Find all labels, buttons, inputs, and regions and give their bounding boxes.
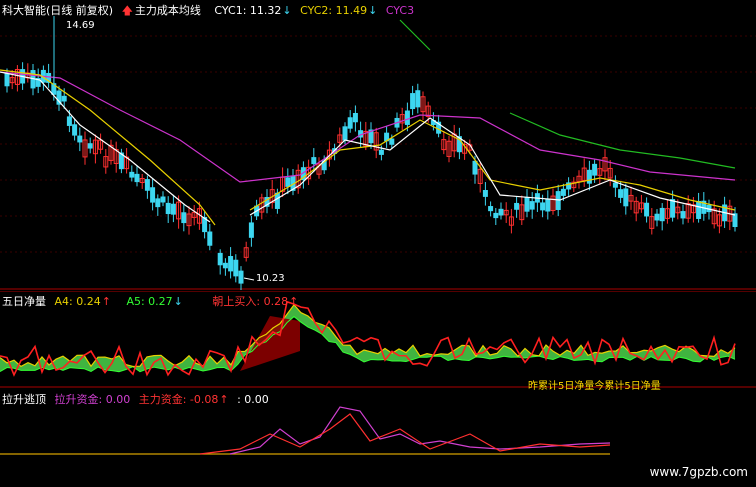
candle-body <box>389 138 395 145</box>
candle-body <box>545 198 551 212</box>
ma-green-line <box>509 112 736 169</box>
candle-body <box>482 190 488 197</box>
a4-value: A4: 0.24 <box>54 295 101 308</box>
candle-body <box>181 212 187 224</box>
stock-title: 科大智能(日线 前复权) <box>2 4 114 17</box>
candle-body <box>238 270 244 284</box>
candle-body <box>529 201 535 210</box>
candle-body <box>378 149 384 155</box>
main-fund-line <box>199 413 611 455</box>
extra-value: : 0.00 <box>237 393 269 406</box>
price-header: 科大智能(日线 前复权) 🡅 主力成本均线 CYC1: 11.32↓ CYC2: … <box>2 2 419 21</box>
down-arrow-icon: ↓ <box>368 4 378 17</box>
down-arrow-icon: ↓ <box>173 295 183 308</box>
lift-escape-pane[interactable]: 拉升逃顶 拉升资金: 0.00 主力资金: -0.08↑ : 0.00 www.… <box>0 389 756 487</box>
candlestick-chart[interactable] <box>0 0 756 290</box>
candle-body <box>488 206 494 212</box>
mid-header: 五日净量 A4: 0.24↑ A5: 0.27↓ 朝上买入: 0.28↑ <box>2 293 303 309</box>
candle-body <box>352 112 358 123</box>
lift-fund-value: 拉升资金: 0.00 <box>54 393 131 406</box>
candle-body <box>560 188 566 196</box>
buy-signal: 朝上买入: 0.28 <box>212 295 289 308</box>
candle-body <box>540 202 546 211</box>
bottom-title: 拉升逃顶 <box>2 393 46 406</box>
candle-body <box>61 95 67 102</box>
candle-body <box>77 135 83 143</box>
candle-body <box>129 171 135 178</box>
candle-body <box>285 177 291 187</box>
main-fund-value: 主力资金: -0.08 <box>138 393 219 406</box>
candle-body <box>87 143 93 149</box>
candle-body <box>274 192 280 209</box>
up-arrow-icon: 🡅 <box>121 4 133 17</box>
candle-body <box>732 213 738 228</box>
bottom-header: 拉升逃顶 拉升资金: 0.00 主力资金: -0.08↑ : 0.00 <box>2 391 274 407</box>
candle-body <box>347 117 353 129</box>
up-arrow-icon: ↑ <box>219 393 229 406</box>
high-price-label: 14.69 <box>66 20 95 31</box>
candle-body <box>404 110 410 125</box>
candle-body <box>644 202 650 217</box>
candle-body <box>670 199 676 218</box>
watermark: www.7gpzb.com <box>649 465 748 479</box>
candle-body <box>134 173 140 183</box>
candle-body <box>150 187 156 203</box>
candle-body <box>155 198 161 208</box>
candle-body <box>415 90 421 108</box>
low-price-label: 10.23 <box>256 273 285 284</box>
candle-body <box>592 163 598 176</box>
candle-body <box>586 169 592 184</box>
ma-white-line <box>0 71 211 223</box>
candle-body <box>72 124 78 136</box>
candle-body <box>410 93 416 110</box>
candle-body <box>623 188 629 207</box>
candle-body <box>514 202 520 210</box>
candle-body <box>66 116 72 126</box>
candle-body <box>680 211 686 219</box>
a5-value: A5: 0.27 <box>126 295 173 308</box>
ma-green-line <box>399 19 431 51</box>
candle-body <box>342 126 348 141</box>
volume-flow-pane[interactable]: 五日净量 A4: 0.24↑ A5: 0.27↓ 朝上买入: 0.28↑ 昨累计… <box>0 291 756 392</box>
candle-body <box>696 200 702 219</box>
candle-body <box>498 208 504 216</box>
candle-body <box>228 256 234 272</box>
up-arrow-icon: ↑ <box>289 295 299 308</box>
low-marker <box>243 277 255 281</box>
down-arrow-icon: ↓ <box>282 4 292 17</box>
indicator-name: 🡅 主力成本均线 <box>121 4 201 17</box>
mid-title: 五日净量 <box>2 295 46 308</box>
candle-body <box>654 213 660 221</box>
candle-body <box>311 157 317 165</box>
candle-body <box>524 197 530 212</box>
candle-body <box>4 73 10 87</box>
candle-body <box>144 179 150 191</box>
candle-body <box>165 202 171 215</box>
candle-body <box>217 252 223 266</box>
candle-body <box>222 262 228 269</box>
lift-fund-line <box>229 406 611 455</box>
candle-body <box>170 203 176 215</box>
net-volume-fill <box>240 316 300 371</box>
cyc1-value: CYC1: 11.32 <box>214 4 282 17</box>
candle-body <box>612 182 618 188</box>
candle-body <box>618 189 624 198</box>
candle-body <box>472 160 478 175</box>
candle-body <box>207 231 213 246</box>
up-arrow-icon: ↑ <box>101 295 111 308</box>
cyc2-value: CYC2: 11.49 <box>300 4 368 17</box>
candle-body <box>160 196 166 203</box>
price-pane[interactable]: 科大智能(日线 前复权) 🡅 主力成本均线 CYC1: 11.32↓ CYC2: … <box>0 0 756 290</box>
ma-yellow-line <box>0 69 216 226</box>
cyc3-value: CYC3 <box>385 4 415 17</box>
net-volume-fill <box>0 304 735 372</box>
candle-body <box>493 212 499 219</box>
candle-body <box>659 207 665 222</box>
candle-body <box>233 259 239 277</box>
candle-body <box>248 222 254 238</box>
